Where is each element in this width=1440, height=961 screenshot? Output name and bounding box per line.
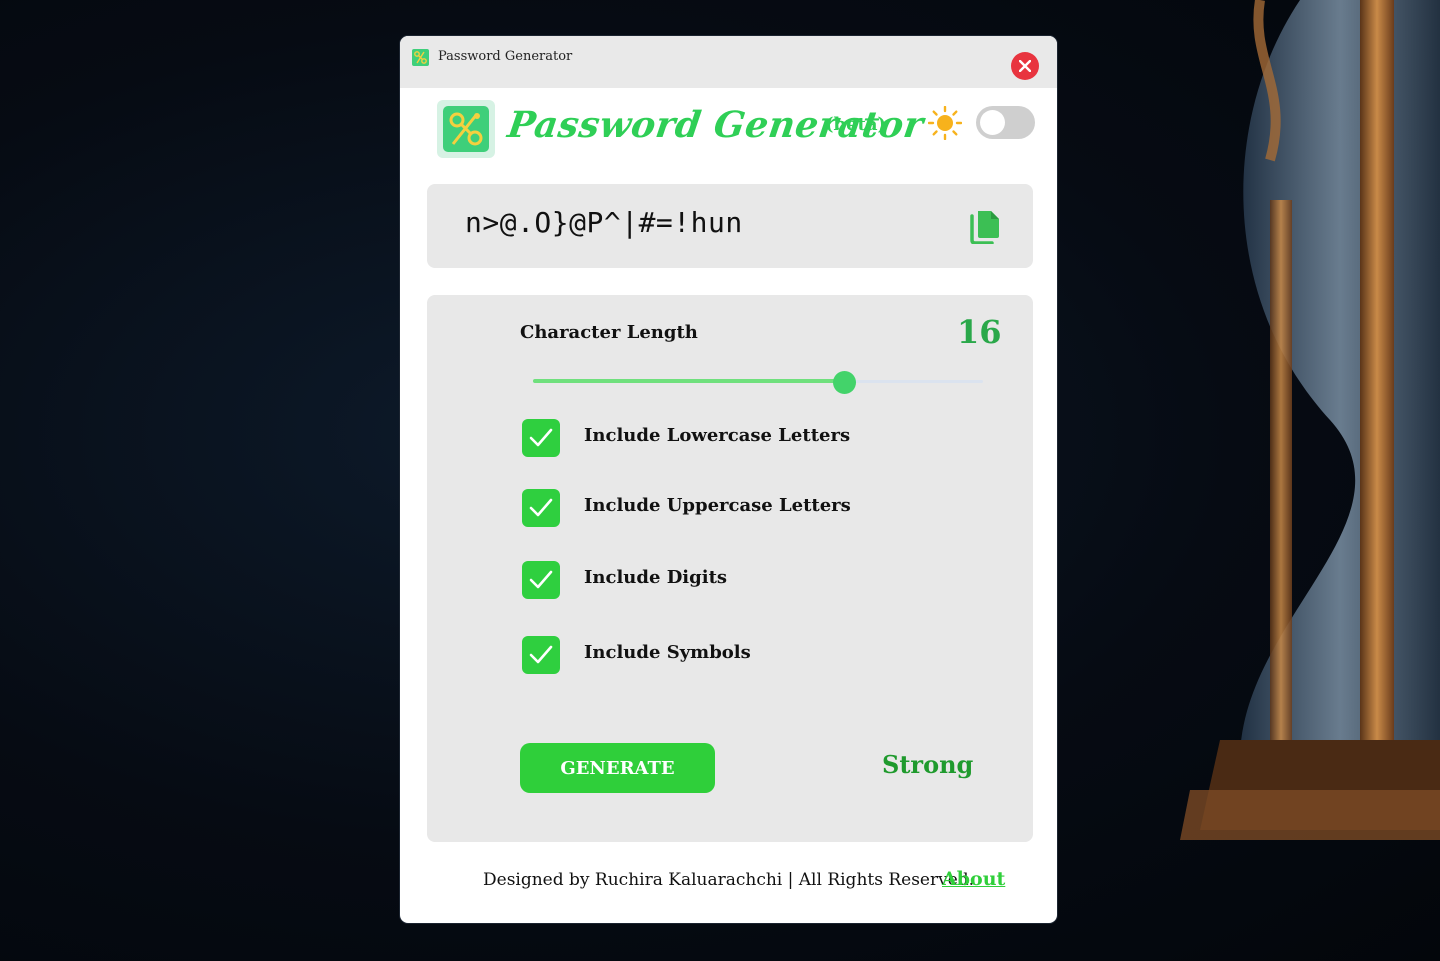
symbols-checkbox[interactable]: [522, 636, 560, 674]
symbols-label: Include Symbols: [584, 642, 751, 663]
lowercase-label: Include Lowercase Letters: [584, 425, 851, 446]
title-bar: Password Generator: [400, 36, 1057, 88]
app-small-icon: [412, 49, 429, 66]
checkmark-icon: [529, 428, 553, 447]
settings-panel: Character Length 16 Include Lowercase Le…: [427, 295, 1033, 842]
close-button[interactable]: [1011, 52, 1039, 80]
checkmark-icon: [529, 498, 553, 517]
checkmark-icon: [529, 570, 553, 589]
checkmark-icon: [529, 645, 553, 664]
password-display: n>@.O}@P^|#=!hun: [427, 184, 1033, 268]
digits-label: Include Digits: [584, 567, 728, 588]
slider-fill: [533, 379, 844, 383]
slider-thumb[interactable]: [832, 371, 856, 394]
toggle-knob: [980, 110, 1005, 135]
character-length-value: 16: [957, 313, 1002, 351]
strength-indicator: Strong: [882, 750, 974, 779]
footer-credit: Designed by Ruchira Kaluarachchi | All R…: [483, 870, 975, 890]
about-link[interactable]: About: [942, 868, 1005, 890]
close-icon: [1019, 60, 1031, 72]
beta-label: (beta): [825, 114, 887, 135]
generate-button[interactable]: GENERATE: [520, 743, 715, 793]
sun-icon[interactable]: [928, 106, 962, 140]
digits-checkbox[interactable]: [522, 561, 560, 599]
character-length-label: Character Length: [520, 322, 698, 343]
option-lowercase: Include Lowercase Letters: [522, 419, 942, 457]
app-logo-icon: [437, 100, 495, 158]
option-digits: Include Digits: [522, 561, 942, 599]
option-symbols: Include Symbols: [522, 636, 942, 674]
length-slider[interactable]: [533, 371, 983, 394]
lowercase-checkbox[interactable]: [522, 419, 560, 457]
dark-mode-toggle[interactable]: [976, 106, 1035, 139]
window-title: Password Generator: [438, 49, 573, 64]
uppercase-checkbox[interactable]: [522, 489, 560, 527]
uppercase-label: Include Uppercase Letters: [584, 495, 851, 516]
option-uppercase: Include Uppercase Letters: [522, 489, 942, 527]
generated-password: n>@.O}@P^|#=!hun: [465, 206, 743, 239]
hourglass-background-art: [1180, 0, 1440, 840]
copy-icon[interactable]: [968, 210, 1000, 244]
app-window: Password Generator Password Generator (b…: [400, 36, 1057, 923]
